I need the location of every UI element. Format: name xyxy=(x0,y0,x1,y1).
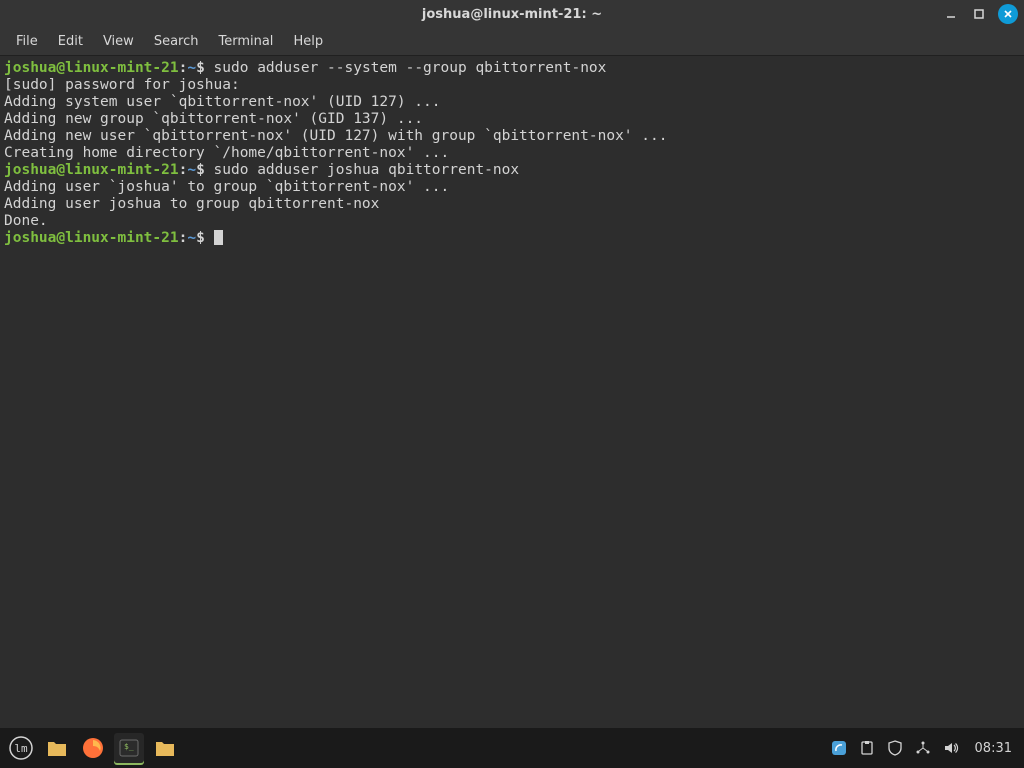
firefox-launcher[interactable] xyxy=(78,733,108,763)
folder-taskbar-item[interactable] xyxy=(150,733,180,763)
minimize-button[interactable] xyxy=(942,5,960,23)
menu-edit[interactable]: Edit xyxy=(48,30,93,53)
command-text: sudo adduser --system --group qbittorren… xyxy=(214,60,607,76)
menu-help[interactable]: Help xyxy=(283,30,333,53)
prompt-user: joshua@linux-mint-21 xyxy=(4,230,179,246)
system-tray: 08:31 xyxy=(829,738,1018,758)
menubar: File Edit View Search Terminal Help xyxy=(0,28,1024,56)
prompt-dollar: $ xyxy=(196,162,213,178)
prompt-user: joshua@linux-mint-21 xyxy=(4,60,179,76)
svg-text:$_: $_ xyxy=(124,742,134,751)
terminal-line: Creating home directory `/home/qbittorre… xyxy=(4,145,1020,162)
terminal-line: Done. xyxy=(4,213,1020,230)
terminal-line: joshua@linux-mint-21:~$ sudo adduser --s… xyxy=(4,60,1020,77)
desktop: joshua@linux-mint-21: ~ File Edit View S… xyxy=(0,0,1024,768)
terminal-line: Adding system user `qbittorrent-nox' (UI… xyxy=(4,94,1020,111)
start-menu-button[interactable]: lm xyxy=(6,733,36,763)
prompt-path: ~ xyxy=(187,162,196,178)
tray-app-icon[interactable] xyxy=(829,738,849,758)
prompt-path: ~ xyxy=(187,230,196,246)
svg-text:lm: lm xyxy=(14,742,28,755)
command-text: sudo adduser joshua qbittorrent-nox xyxy=(214,162,520,178)
terminal-line: Adding new group `qbittorrent-nox' (GID … xyxy=(4,111,1020,128)
window-controls xyxy=(942,4,1018,24)
terminal-window: joshua@linux-mint-21: ~ File Edit View S… xyxy=(0,0,1024,728)
prompt-dollar: $ xyxy=(196,230,213,246)
titlebar[interactable]: joshua@linux-mint-21: ~ xyxy=(0,0,1024,28)
menu-file[interactable]: File xyxy=(6,30,48,53)
maximize-button[interactable] xyxy=(970,5,988,23)
terminal-line: joshua@linux-mint-21:~$ sudo adduser jos… xyxy=(4,162,1020,179)
terminal-output[interactable]: joshua@linux-mint-21:~$ sudo adduser --s… xyxy=(0,56,1024,728)
clock[interactable]: 08:31 xyxy=(969,741,1018,756)
clipboard-icon[interactable] xyxy=(857,738,877,758)
prompt-user: joshua@linux-mint-21 xyxy=(4,162,179,178)
window-title: joshua@linux-mint-21: ~ xyxy=(422,7,602,22)
prompt-dollar: $ xyxy=(196,60,213,76)
files-launcher[interactable] xyxy=(42,733,72,763)
volume-icon[interactable] xyxy=(941,738,961,758)
taskbar-left: lm $_ xyxy=(6,733,180,763)
terminal-line: joshua@linux-mint-21:~$ xyxy=(4,230,1020,247)
menu-search[interactable]: Search xyxy=(144,30,209,53)
menu-view[interactable]: View xyxy=(93,30,144,53)
terminal-line: Adding user joshua to group qbittorrent-… xyxy=(4,196,1020,213)
cursor-block xyxy=(214,230,223,245)
prompt-path: ~ xyxy=(187,60,196,76)
taskbar: lm $_ xyxy=(0,728,1024,768)
terminal-line: Adding new user `qbittorrent-nox' (UID 1… xyxy=(4,128,1020,145)
network-icon[interactable] xyxy=(913,738,933,758)
terminal-line: Adding user `joshua' to group `qbittorre… xyxy=(4,179,1020,196)
shield-icon[interactable] xyxy=(885,738,905,758)
close-button[interactable] xyxy=(998,4,1018,24)
menu-terminal[interactable]: Terminal xyxy=(208,30,283,53)
terminal-taskbar-item[interactable]: $_ xyxy=(114,733,144,763)
terminal-line: [sudo] password for joshua: xyxy=(4,77,1020,94)
